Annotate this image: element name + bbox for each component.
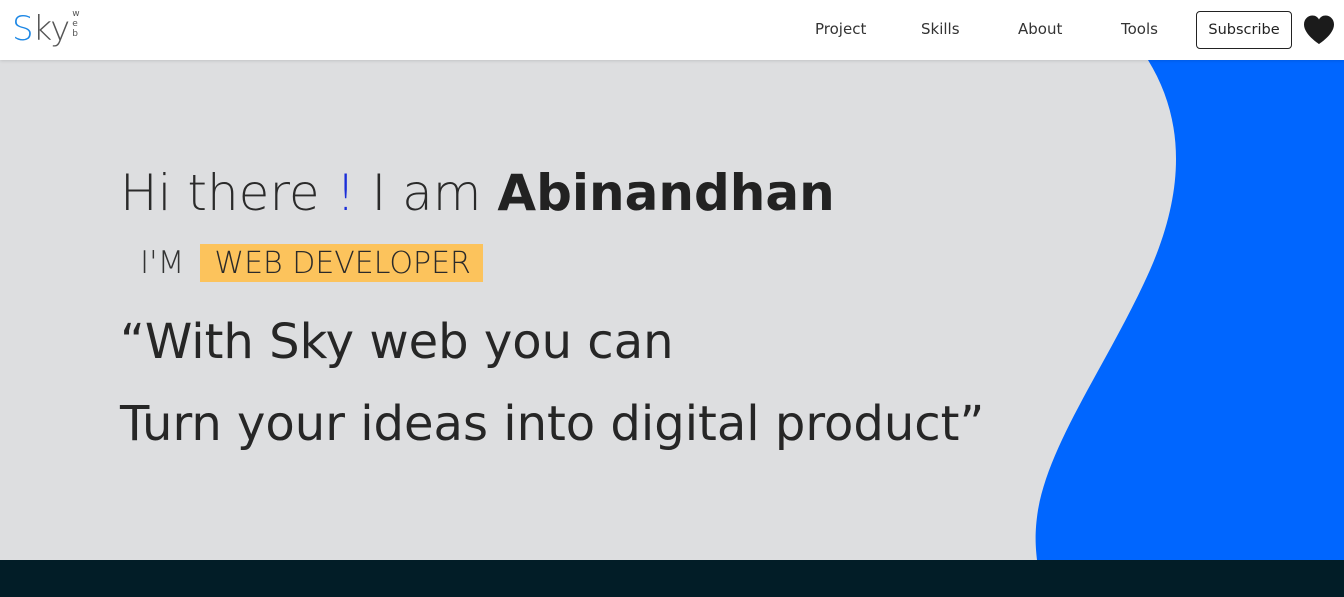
heart-icon[interactable] (1302, 13, 1336, 47)
hero-greeting: Hi there ! I am Abinandhan (120, 160, 835, 226)
subscribe-button[interactable]: Subscribe (1196, 11, 1292, 49)
nav-link-skills[interactable]: Skills (921, 19, 960, 39)
blue-wave-shape (1035, 60, 1344, 560)
role-badge: WEB DEVELOPER (200, 244, 483, 282)
greeting-name: Abinandhan (497, 164, 835, 222)
logo-wordmark: Sky (12, 8, 71, 50)
logo-letters-ky: ky (32, 9, 71, 49)
hero-quote-line-1: “With Sky web you can (120, 314, 674, 370)
logo-sub-b: b (72, 29, 78, 39)
dark-footer-band (0, 560, 1344, 597)
nav-link-about[interactable]: About (1018, 19, 1062, 39)
top-navbar: Sky w e b Project Skills About Tools Sub… (0, 0, 1344, 60)
nav-link-project[interactable]: Project (815, 19, 866, 39)
logo-sub-e: e (72, 19, 78, 29)
greeting-exclamation: ! (335, 164, 356, 222)
hero-quote-line-2: Turn your ideas into digital product” (120, 396, 985, 452)
nav-link-tools[interactable]: Tools (1121, 19, 1158, 39)
role-prefix: I'M (140, 245, 185, 281)
hero-section: Hi there ! I am Abinandhan I'M WEB DEVEL… (0, 60, 1344, 560)
logo-subtext: w e b (72, 9, 79, 39)
logo-sub-w: w (72, 9, 80, 19)
logo-letter-s: S (12, 9, 34, 49)
site-logo[interactable]: Sky w e b (12, 8, 80, 52)
greeting-prefix: Hi there (120, 164, 336, 222)
greeting-mid: I am (355, 164, 498, 222)
role-line: I'M WEB DEVELOPER (140, 244, 483, 282)
